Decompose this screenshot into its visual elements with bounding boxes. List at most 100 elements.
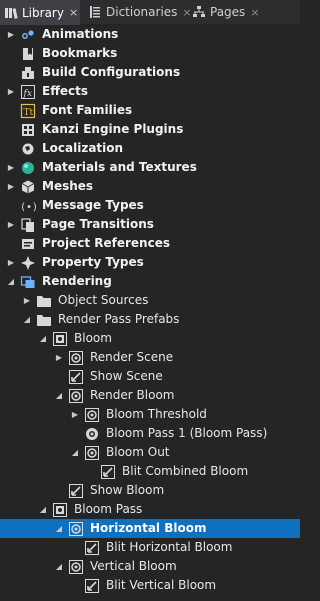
expand-arrow-icon[interactable]: ◢: [38, 500, 48, 519]
effects-icon: fx: [20, 84, 36, 100]
tree-item[interactable]: ◢ Render Bloom: [0, 386, 300, 405]
tree-item[interactable]: Blit Horizontal Bloom: [0, 538, 300, 557]
tab-pages[interactable]: Pages ×: [188, 0, 268, 24]
render-pass-icon: [84, 407, 100, 423]
bloom-pass-icon: [84, 426, 100, 442]
tree-item-label: Rendering: [42, 274, 112, 288]
tree-item[interactable]: Blit Combined Bloom: [0, 462, 300, 481]
render-pass-icon: [68, 521, 84, 537]
tree-item-label: Object Sources: [58, 293, 149, 307]
blit-icon: [84, 578, 100, 594]
dictionary-icon: [88, 5, 102, 19]
blit-icon: [68, 483, 84, 499]
tab-label: Pages: [210, 5, 246, 19]
tree-item-label: Property Types: [42, 255, 144, 269]
tab-dictionaries[interactable]: Dictionaries ×: [84, 0, 192, 24]
tree-item[interactable]: ▶ Render Scene: [0, 348, 300, 367]
svg-text:Tt: Tt: [24, 108, 34, 118]
reference-icon: [20, 236, 36, 252]
svg-text:fx: fx: [23, 89, 32, 99]
tree-item[interactable]: ◢ Vertical Bloom: [0, 557, 300, 576]
tree-item-label: Horizontal Bloom: [90, 521, 207, 535]
tree-item[interactable]: ▶ fx Effects: [0, 82, 300, 101]
tree-item[interactable]: ▶ Page Transitions: [0, 215, 300, 234]
tree-item[interactable]: ▶ Object Sources: [0, 291, 300, 310]
tree-item[interactable]: ▶ Property Types: [0, 253, 300, 272]
tree-item[interactable]: Bloom Pass 1 (Bloom Pass): [0, 424, 300, 443]
tree-item-label: Blit Horizontal Bloom: [106, 540, 233, 554]
collapse-arrow-icon[interactable]: ▶: [6, 82, 16, 101]
material-icon: [20, 160, 36, 176]
rendering-icon: [20, 274, 36, 290]
tree-item[interactable]: Bookmarks: [0, 44, 300, 63]
tree-item[interactable]: ◢ Bloom: [0, 329, 300, 348]
collapse-arrow-icon[interactable]: ▶: [6, 158, 16, 177]
collapse-arrow-icon[interactable]: ▶: [6, 253, 16, 272]
tree-item[interactable]: ◢ Render Pass Prefabs: [0, 310, 300, 329]
collapse-arrow-icon[interactable]: ▶: [6, 25, 16, 44]
expand-arrow-icon[interactable]: ◢: [70, 443, 80, 462]
tree-item[interactable]: Localization: [0, 139, 300, 158]
tree-item-label: Effects: [42, 84, 89, 98]
tree-item[interactable]: Project References: [0, 234, 300, 253]
tree-item[interactable]: ◢ Bloom Out: [0, 443, 300, 462]
close-icon[interactable]: ×: [69, 6, 78, 19]
blit-icon: [100, 464, 116, 480]
tab-bar: Library × Dictionaries × Pages ×: [0, 0, 300, 25]
folder-icon: [36, 293, 52, 309]
tree-item[interactable]: ▶ Bloom Threshold: [0, 405, 300, 424]
tab-library[interactable]: Library ×: [0, 0, 80, 25]
tree-item[interactable]: (•) Message Types: [0, 196, 300, 215]
library-icon: [4, 6, 18, 20]
tree-item[interactable]: ◢ Bloom Pass: [0, 500, 300, 519]
prefab-icon: [52, 331, 68, 347]
render-pass-icon: [84, 445, 100, 461]
tree-item[interactable]: Build Configurations: [0, 63, 300, 82]
collapse-arrow-icon[interactable]: ▶: [70, 405, 80, 424]
tree-item[interactable]: ▶ Materials and Textures: [0, 158, 300, 177]
collapse-arrow-icon[interactable]: ▶: [6, 215, 16, 234]
blit-icon: [68, 369, 84, 385]
bookmark-icon: [20, 46, 36, 62]
tree-item[interactable]: Show Bloom: [0, 481, 300, 500]
tree-item[interactable]: ◢ Horizontal Bloom: [0, 519, 300, 538]
page-transition-icon: [20, 217, 36, 233]
tree-item-label: Materials and Textures: [42, 160, 197, 174]
tree-item[interactable]: Kanzi Engine Plugins: [0, 120, 300, 139]
pages-icon: [192, 5, 206, 19]
expand-arrow-icon[interactable]: ◢: [54, 519, 64, 538]
tree-item-label: Vertical Bloom: [90, 559, 177, 573]
collapse-arrow-icon[interactable]: ▶: [22, 291, 32, 310]
tree-item-label: Show Scene: [90, 369, 163, 383]
blit-icon: [84, 540, 100, 556]
tree-item-label: Meshes: [42, 179, 94, 193]
animation-icon: [20, 27, 36, 43]
tree-item-label: Project References: [42, 236, 170, 250]
expand-arrow-icon[interactable]: ◢: [54, 557, 64, 576]
tree-item[interactable]: Blit Vertical Bloom: [0, 576, 300, 595]
tree-item-label: Animations: [42, 27, 119, 41]
render-pass-icon: [68, 350, 84, 366]
close-icon[interactable]: ×: [250, 6, 259, 19]
tree-item[interactable]: Show Scene: [0, 367, 300, 386]
tree-item-label: Localization: [42, 141, 124, 155]
expand-arrow-icon[interactable]: ◢: [54, 386, 64, 405]
tab-label: Dictionaries: [106, 5, 178, 19]
expand-arrow-icon[interactable]: ◢: [6, 272, 16, 291]
tree-item-label: Build Configurations: [42, 65, 181, 79]
expand-arrow-icon[interactable]: ◢: [22, 310, 32, 329]
expand-arrow-icon[interactable]: ◢: [38, 329, 48, 348]
folder-icon: [36, 312, 52, 328]
render-pass-icon: [68, 559, 84, 575]
tree-item[interactable]: ◢ Rendering: [0, 272, 300, 291]
tree-item-label: Page Transitions: [42, 217, 154, 231]
tree-item[interactable]: Tt Font Families: [0, 101, 300, 120]
collapse-arrow-icon[interactable]: ▶: [54, 348, 64, 367]
tree-item-label: Bloom: [74, 331, 112, 345]
collapse-arrow-icon[interactable]: ▶: [6, 177, 16, 196]
tree-item[interactable]: ▶ Animations: [0, 25, 300, 44]
tree-item[interactable]: ▶ Meshes: [0, 177, 300, 196]
tree-item-label: Render Bloom: [90, 388, 175, 402]
tree-item-label: Show Bloom: [90, 483, 165, 497]
tree-item-label: Bloom Out: [106, 445, 170, 459]
